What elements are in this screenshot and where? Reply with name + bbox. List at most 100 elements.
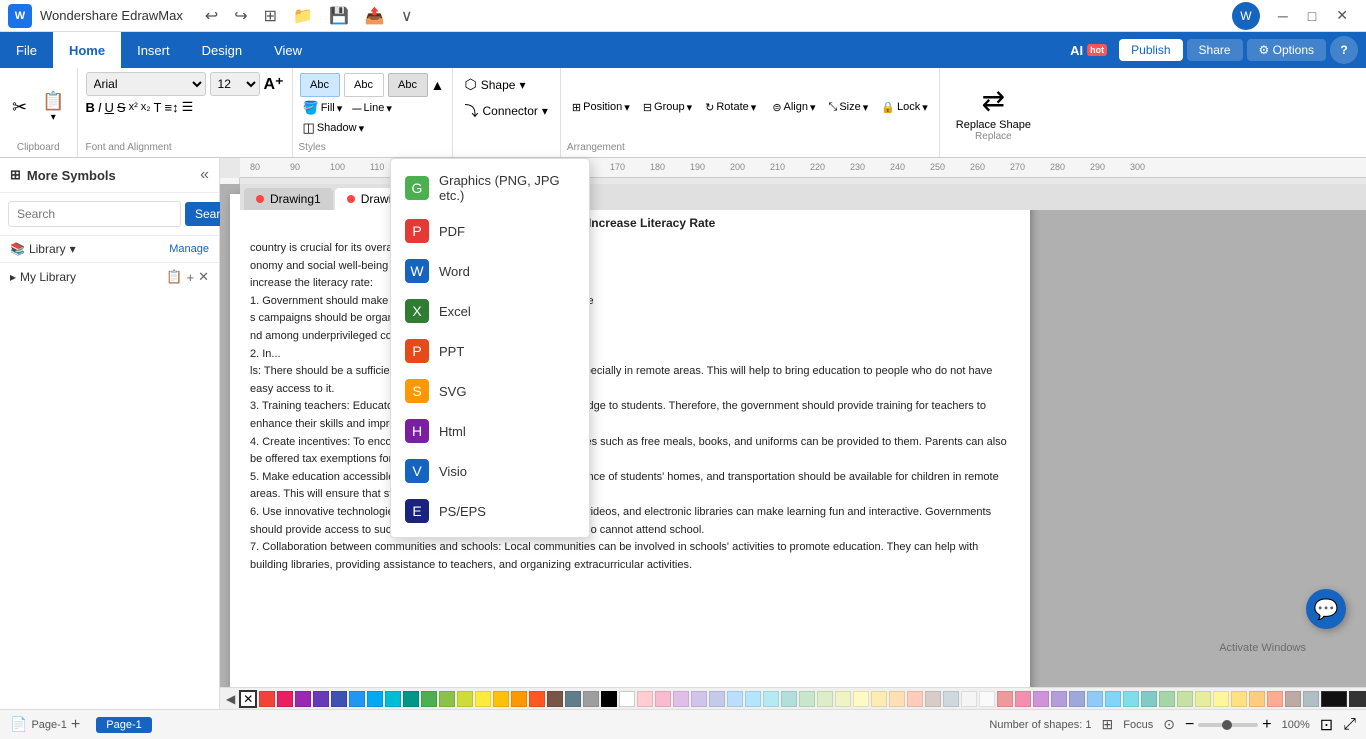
list-indent-button[interactable]: ≡↕	[165, 100, 179, 115]
color-swatch-teal[interactable]	[403, 691, 419, 707]
add-page-button[interactable]: +	[71, 716, 80, 734]
style-box-2[interactable]: Abc	[344, 73, 384, 97]
color-swatch-pink[interactable]	[277, 691, 293, 707]
position-button[interactable]: ⊞ Position ▾	[567, 98, 635, 117]
undo-button[interactable]: ↩	[199, 2, 224, 30]
color-swatch-brown-200[interactable]	[1285, 691, 1301, 707]
color-swatch-purple[interactable]	[295, 691, 311, 707]
tab-drawing1[interactable]: Drawing1	[244, 188, 333, 210]
connector-button[interactable]: ⤵ Connector ▾	[461, 97, 552, 125]
minimize-button[interactable]: ─	[1268, 3, 1298, 28]
zoom-in-button[interactable]: +	[1262, 716, 1271, 734]
strikethrough-button[interactable]: S	[117, 100, 126, 115]
color-swatch-light-blue-200[interactable]	[1105, 691, 1121, 707]
close-button[interactable]: ✕	[1326, 3, 1358, 28]
color-swatch-red-100[interactable]	[637, 691, 653, 707]
underline-button[interactable]: U	[105, 100, 114, 115]
color-swatch-blue-grey[interactable]	[565, 691, 581, 707]
export-excel-item[interactable]: X Excel	[391, 291, 589, 331]
fit-page-button[interactable]: ⊡	[1320, 715, 1333, 735]
color-swatch-orange-200[interactable]	[1249, 691, 1265, 707]
export-graphics-item[interactable]: G Graphics (PNG, JPG etc.)	[391, 165, 589, 211]
color-swatch-blue-grey-100[interactable]	[943, 691, 959, 707]
color-swatch-light-blue-100[interactable]	[745, 691, 761, 707]
new-button[interactable]: ⊞	[258, 2, 283, 30]
export-ppt-item[interactable]: P PPT	[391, 331, 589, 371]
subscript-button[interactable]: x₂	[141, 101, 151, 113]
search-input[interactable]	[8, 201, 181, 227]
menu-design[interactable]: Design	[186, 32, 258, 68]
color-swatch-yellow-100[interactable]	[853, 691, 869, 707]
menu-home[interactable]: Home	[53, 32, 121, 68]
export-svg-item[interactable]: S SVG	[391, 371, 589, 411]
export-visio-item[interactable]: V Visio	[391, 451, 589, 491]
options-button[interactable]: ⚙ Options	[1247, 39, 1326, 61]
color-swatch-lime-100[interactable]	[835, 691, 851, 707]
my-library-edit-button[interactable]: 📋	[166, 269, 182, 285]
color-swatch-indigo-200[interactable]	[1069, 691, 1085, 707]
publish-button[interactable]: Publish	[1119, 39, 1182, 61]
color-swatch-cyan-200[interactable]	[1123, 691, 1139, 707]
color-swatch-yellow-200[interactable]	[1213, 691, 1229, 707]
my-library-close-button[interactable]: ✕	[198, 269, 209, 285]
font-grow-button[interactable]: A⁺	[264, 74, 284, 94]
text-button[interactable]: T	[154, 100, 162, 115]
color-swatch-deep-orange-200[interactable]	[1267, 691, 1283, 707]
color-swatch-indigo-100[interactable]	[709, 691, 725, 707]
color-swatch-blue-grey-200[interactable]	[1303, 691, 1319, 707]
color-swatch-light-green-200[interactable]	[1177, 691, 1193, 707]
lock-button[interactable]: 🔒 Lock ▾	[876, 98, 932, 117]
color-swatch-deep-purple-200[interactable]	[1051, 691, 1067, 707]
align-button[interactable]: ⊜ Align ▾	[767, 98, 820, 117]
no-color-swatch[interactable]: ✕	[239, 690, 257, 708]
color-swatch-grey[interactable]	[583, 691, 599, 707]
color-swatch-green-100[interactable]	[799, 691, 815, 707]
color-swatch-teal-100[interactable]	[781, 691, 797, 707]
open-button[interactable]: 📁	[287, 2, 319, 30]
color-swatch-green[interactable]	[421, 691, 437, 707]
user-avatar[interactable]: W	[1232, 2, 1260, 30]
color-swatch-deep-orange-100[interactable]	[907, 691, 923, 707]
size-button[interactable]: ⤡ Size ▾	[824, 98, 874, 117]
export-button[interactable]: 📤	[359, 2, 391, 30]
color-swatch-amber[interactable]	[493, 691, 509, 707]
color-swatch-grey-50[interactable]	[979, 691, 995, 707]
color-swatch-darker[interactable]	[1349, 691, 1366, 707]
color-swatch-green-200[interactable]	[1159, 691, 1175, 707]
help-button[interactable]: ?	[1330, 36, 1358, 64]
export-word-item[interactable]: W Word	[391, 251, 589, 291]
color-swatch-pink-200[interactable]	[1015, 691, 1031, 707]
color-swatch-red-200[interactable]	[997, 691, 1013, 707]
color-swatch-amber-200[interactable]	[1231, 691, 1247, 707]
fill-button[interactable]: 🪣 Fill ▾	[299, 98, 347, 118]
maximize-button[interactable]: □	[1298, 3, 1326, 28]
color-swatch-red[interactable]	[259, 691, 275, 707]
color-swatch-brown-100[interactable]	[925, 691, 941, 707]
color-swatch-pink-100[interactable]	[655, 691, 671, 707]
color-swatch-cyan-100[interactable]	[763, 691, 779, 707]
active-page-label[interactable]: Page-1	[96, 717, 151, 733]
color-swatch-grey-100[interactable]	[961, 691, 977, 707]
manage-link[interactable]: Manage	[169, 243, 209, 255]
color-swatch-light-green-100[interactable]	[817, 691, 833, 707]
export-pdf-item[interactable]: P PDF	[391, 211, 589, 251]
shadow-button[interactable]: ◫ Shadow ▾	[299, 118, 369, 138]
color-swatch-purple-100[interactable]	[673, 691, 689, 707]
color-swatch-blue-100[interactable]	[727, 691, 743, 707]
color-swatch-yellow[interactable]	[475, 691, 491, 707]
group-button[interactable]: ⊟ Group ▾	[638, 98, 697, 117]
color-swatch-black[interactable]	[601, 691, 617, 707]
shape-button[interactable]: ⬡ Shape ▾	[461, 72, 552, 97]
rotate-button[interactable]: ↻ Rotate ▾	[700, 98, 761, 117]
share-button[interactable]: Share	[1187, 39, 1243, 61]
color-swatch-dark[interactable]	[1321, 691, 1347, 707]
superscript-button[interactable]: x²	[129, 101, 138, 113]
save-button[interactable]: 💾	[323, 2, 355, 30]
export-pseps-item[interactable]: E PS/EPS	[391, 491, 589, 531]
styles-scroll-up[interactable]: ▲	[431, 77, 445, 93]
redo-button[interactable]: ↪	[228, 2, 253, 30]
color-swatch-indigo[interactable]	[331, 691, 347, 707]
export-html-item[interactable]: H Html	[391, 411, 589, 451]
font-size-select[interactable]: 12	[210, 72, 260, 96]
color-swatch-orange-100[interactable]	[889, 691, 905, 707]
